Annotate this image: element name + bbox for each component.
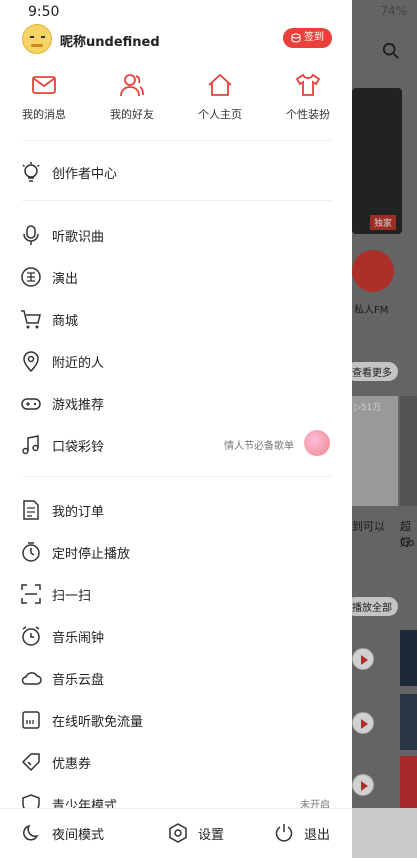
menu-label: 创作者中心 [52, 167, 118, 182]
menu-free-data[interactable]: 在线听歌免流量 [0, 698, 352, 740]
quick-label: 我的好友 [110, 108, 154, 121]
sim-card-icon [20, 709, 42, 731]
coupon-icon [20, 751, 42, 773]
menu-song-recognition[interactable]: 听歌识曲 [0, 213, 352, 255]
menu-sleep-timer[interactable]: 定时停止播放 [0, 530, 352, 572]
menu-label: 附近的人 [52, 356, 105, 371]
document-icon [20, 499, 42, 521]
menu-label: 优惠券 [52, 757, 92, 772]
menu-creator-center[interactable]: 创作者中心 [0, 150, 352, 192]
cart-icon [20, 308, 42, 330]
status-icons: 74% [380, 4, 407, 18]
menu-scan[interactable]: 扫一扫 [0, 572, 352, 614]
menu-orders[interactable]: 我的订单 [0, 488, 352, 530]
menu-label: 演出 [52, 272, 79, 287]
logout-button[interactable]: 退出 [274, 823, 330, 843]
teen-mode-status: 未开启 [300, 800, 330, 808]
menu-label: 我的订单 [52, 505, 105, 520]
battery-level: 74% [380, 4, 407, 18]
menu-label: 口袋彩铃 [52, 440, 105, 455]
menu-label: 商城 [52, 314, 79, 329]
mail-icon [32, 76, 56, 94]
menu-label: 音乐闹钟 [52, 631, 105, 646]
gamepad-icon [20, 392, 42, 414]
microphone-icon [20, 224, 42, 246]
ticket-icon [20, 266, 42, 288]
settings-button[interactable]: 设置 [168, 823, 224, 843]
nickname[interactable]: 昵称undefined [60, 31, 160, 50]
menu-mall[interactable]: 商城 [0, 297, 352, 339]
menu-nearby[interactable]: 附近的人 [0, 339, 352, 381]
overlay-shade[interactable] [352, 0, 417, 858]
menu-label: 在线听歌免流量 [52, 715, 144, 730]
divider [22, 140, 332, 141]
cloud-icon [20, 667, 42, 689]
menu-label: 听歌识曲 [52, 230, 105, 245]
settings-label: 设置 [198, 827, 225, 843]
quick-dressup[interactable]: 个性装扮 [264, 72, 352, 128]
menu-label: 青少年模式 [52, 799, 118, 808]
avatar[interactable] [22, 24, 52, 54]
quick-messages[interactable]: 我的消息 [0, 72, 88, 128]
quick-label: 个人主页 [198, 108, 242, 121]
lightbulb-icon [20, 161, 42, 183]
menu-label: 定时停止播放 [52, 547, 131, 562]
drawer-footer: 夜间模式 设置 退出 [0, 808, 352, 858]
power-icon [275, 824, 293, 842]
shield-icon [20, 793, 42, 808]
home-icon [208, 73, 232, 96]
ringtone-note: 情人节必备歌单 [224, 441, 294, 452]
shirt-icon [295, 73, 321, 96]
quick-label: 个性装扮 [286, 108, 330, 121]
moon-icon [23, 824, 39, 841]
night-mode-label: 夜间模式 [52, 827, 105, 843]
status-bar: 9:50 74% [0, 0, 417, 26]
divider [22, 476, 332, 477]
timer-icon [20, 541, 42, 563]
menu-coupons[interactable]: 优惠券 [0, 740, 352, 782]
profile-header[interactable]: 昵称undefined 签到 [0, 22, 352, 58]
friends-icon [120, 74, 144, 97]
quick-homepage[interactable]: 个人主页 [176, 72, 264, 128]
coin-icon [291, 33, 301, 43]
alarm-icon [20, 625, 42, 647]
gear-icon [169, 823, 187, 843]
status-time: 9:50 [28, 4, 60, 20]
menu-label: 游戏推荐 [52, 398, 105, 413]
location-icon [20, 350, 42, 373]
signin-button[interactable]: 签到 [283, 28, 332, 48]
menu-ringtone[interactable]: 口袋彩铃 情人节必备歌单 [0, 423, 352, 465]
menu-shows[interactable]: 演出 [0, 255, 352, 297]
quick-label: 我的消息 [22, 108, 66, 121]
menu-label: 扫一扫 [52, 589, 92, 604]
night-mode-button[interactable]: 夜间模式 [22, 823, 104, 843]
logout-label: 退出 [304, 827, 331, 843]
menu-label: 音乐云盘 [52, 673, 105, 688]
menu-cloud-drive[interactable]: 音乐云盘 [0, 656, 352, 698]
menu-games[interactable]: 游戏推荐 [0, 381, 352, 423]
quick-friends[interactable]: 我的好友 [88, 72, 176, 128]
side-drawer: 昵称undefined 签到 我的消息 我的好友 个人主页 个性装扮 创作者中心 [0, 0, 352, 858]
scan-icon [20, 583, 42, 605]
music-note-icon [20, 434, 42, 456]
divider [22, 200, 332, 201]
signin-label: 签到 [304, 32, 324, 43]
quick-actions: 我的消息 我的好友 个人主页 个性装扮 [0, 72, 352, 128]
heart-icon [304, 430, 330, 456]
menu-teen-mode[interactable]: 青少年模式 未开启 [0, 782, 352, 808]
menu-alarm[interactable]: 音乐闹钟 [0, 614, 352, 656]
